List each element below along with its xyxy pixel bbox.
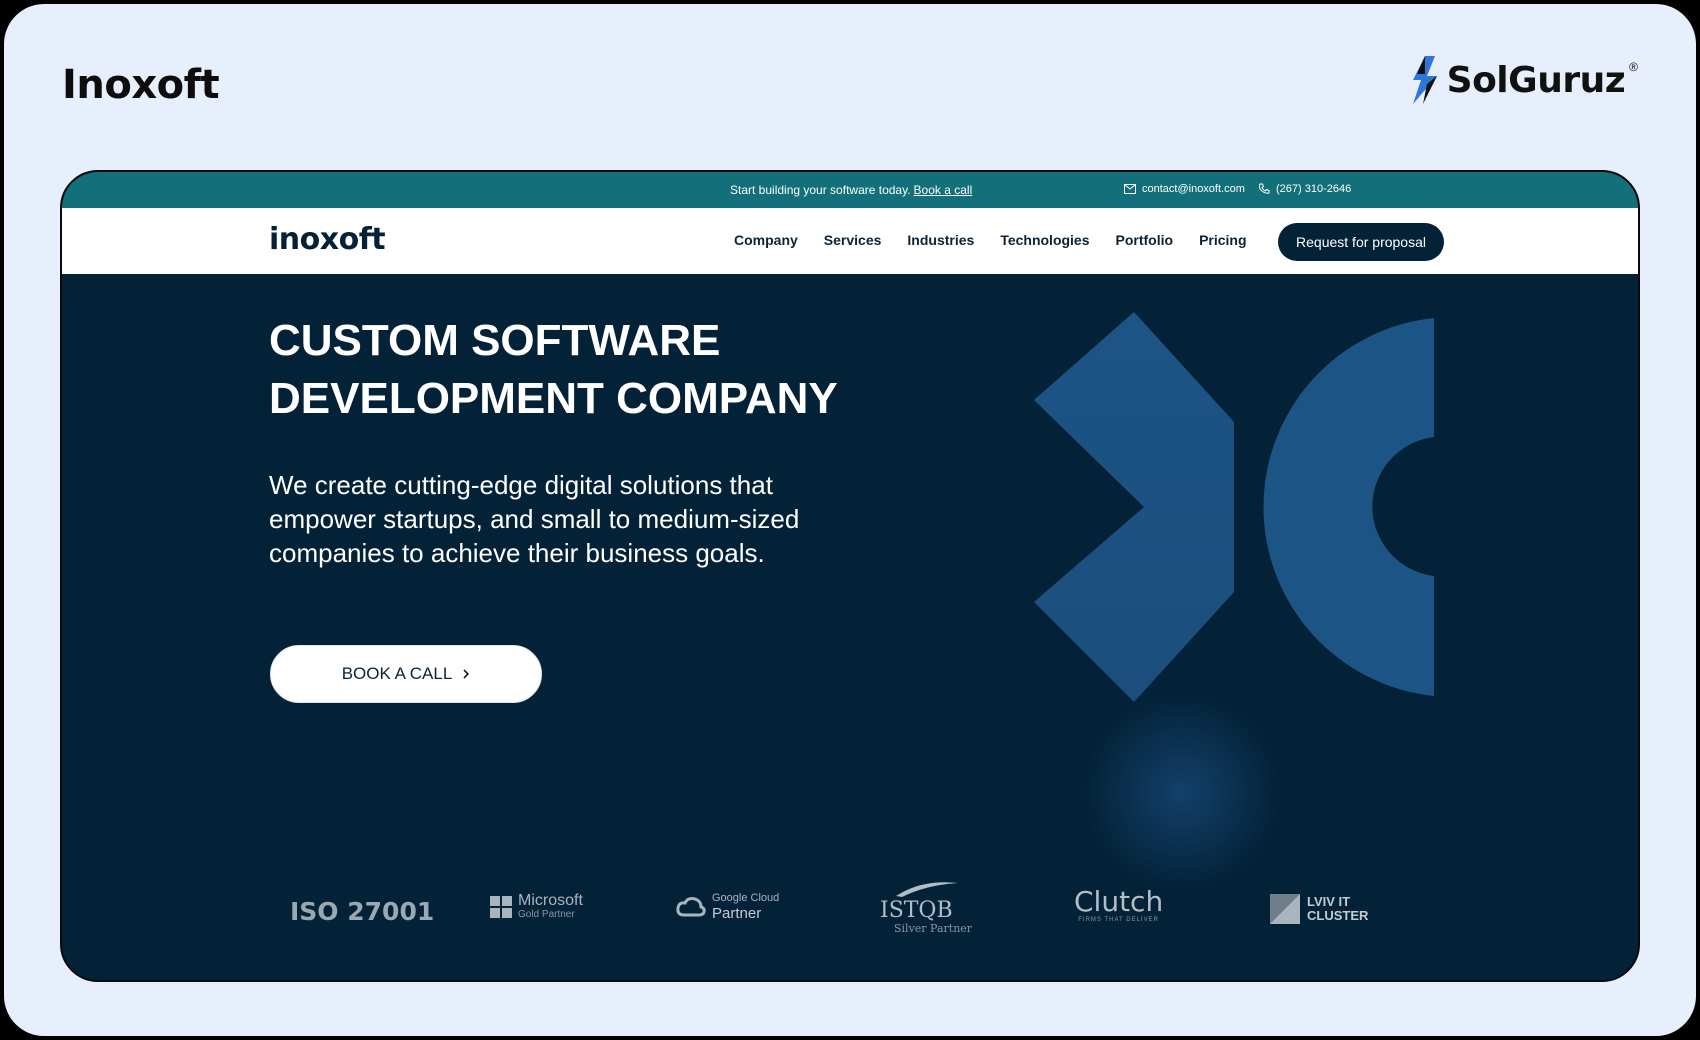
promo-text: Start building your software today. Book … <box>730 183 972 197</box>
lviv-text: LVIV IT <box>1307 894 1351 909</box>
promo-message: Start building your software today. <box>730 183 911 197</box>
request-proposal-button[interactable]: Request for proposal <box>1278 223 1444 261</box>
microsoft-text: Microsoft <box>518 892 583 909</box>
nav-menu: Company Services Industries Technologies… <box>734 232 1247 248</box>
slide-card: Inoxoft SolGuruz ® Start building your s… <box>4 4 1696 1036</box>
microsoft-subtext: Gold Partner <box>518 909 575 920</box>
chevron-right-icon <box>463 669 470 679</box>
iso-27001-badge: ISO 27001 <box>290 897 435 926</box>
book-a-call-label: BOOK A CALL <box>341 664 453 683</box>
book-a-call-button[interactable]: BOOK A CALL <box>270 645 542 703</box>
clutch-text: Clutch <box>1074 885 1164 918</box>
phone-text: (267) 310-2646 <box>1276 183 1352 195</box>
main-navbar: inoxoft Company Services Industries Tech… <box>62 208 1638 274</box>
email-contact[interactable]: contact@inoxoft.com <box>1124 183 1245 195</box>
nav-item-pricing[interactable]: Pricing <box>1199 232 1246 248</box>
hero-description: We create cutting-edge digital solutions… <box>269 470 800 568</box>
istqb-subtext: Silver Partner <box>894 922 973 935</box>
hero-x-graphic <box>1034 312 1434 702</box>
hero-title-line-1: CUSTOM SOFTWARE <box>269 316 721 365</box>
istqb-swoosh-icon <box>896 882 958 897</box>
lviv-subtext: CLUSTER <box>1307 908 1369 923</box>
phone-icon <box>1259 183 1270 194</box>
top-announcement-bar: Start building your software today. Book … <box>62 172 1638 208</box>
registered-mark: ® <box>1629 60 1638 74</box>
clutch-subtext: FIRMS THAT DELIVER <box>1078 917 1159 923</box>
hero-title: CUSTOM SOFTWARE DEVELOPMENT COMPANY <box>269 312 889 428</box>
google-cloud-partner-badge: Google Cloud Partner <box>676 891 779 922</box>
inoxoft-logo[interactable]: inoxoft <box>269 222 386 257</box>
half-ring-shape <box>1263 318 1434 696</box>
nav-item-portfolio[interactable]: Portfolio <box>1116 232 1174 248</box>
google-cloud-subtext: Partner <box>712 905 762 922</box>
nav-item-company[interactable]: Company <box>734 232 798 248</box>
email-text: contact@inoxoft.com <box>1142 183 1245 195</box>
google-cloud-icon <box>676 896 706 916</box>
mail-icon <box>1124 184 1136 194</box>
chevron-shape <box>1034 312 1234 702</box>
partner-logos: ISO 27001 Microsoft Gold Partner Google … <box>62 877 1638 947</box>
istqb-silver-partner-badge: ISTQB Silver Partner <box>880 881 972 935</box>
hero-title-line-2: DEVELOPMENT COMPANY <box>269 374 838 423</box>
nav-item-services[interactable]: Services <box>824 232 882 248</box>
website-screenshot: Start building your software today. Book … <box>60 170 1640 982</box>
google-cloud-text: Google Cloud <box>712 892 780 904</box>
clutch-badge: Clutch FIRMS THAT DELIVER <box>1074 885 1164 924</box>
phone-contact[interactable]: (267) 310-2646 <box>1258 183 1351 195</box>
solguruz-wordmark: SolGuruz <box>1446 59 1626 101</box>
lviv-it-cluster-badge: LVIV IT CLUSTER <box>1269 893 1368 925</box>
istqb-text: ISTQB <box>880 898 953 923</box>
lviv-cluster-icon <box>1270 894 1300 924</box>
solguruz-logo: SolGuruz ® <box>1407 54 1638 106</box>
card-title: Inoxoft <box>62 62 220 108</box>
microsoft-gold-partner-badge: Microsoft Gold Partner <box>490 893 583 920</box>
microsoft-logo-icon <box>490 895 512 918</box>
nav-item-technologies[interactable]: Technologies <box>1000 232 1089 248</box>
solguruz-mark-icon <box>1412 56 1437 104</box>
book-a-call-link[interactable]: Book a call <box>914 183 973 197</box>
nav-item-industries[interactable]: Industries <box>907 232 974 248</box>
